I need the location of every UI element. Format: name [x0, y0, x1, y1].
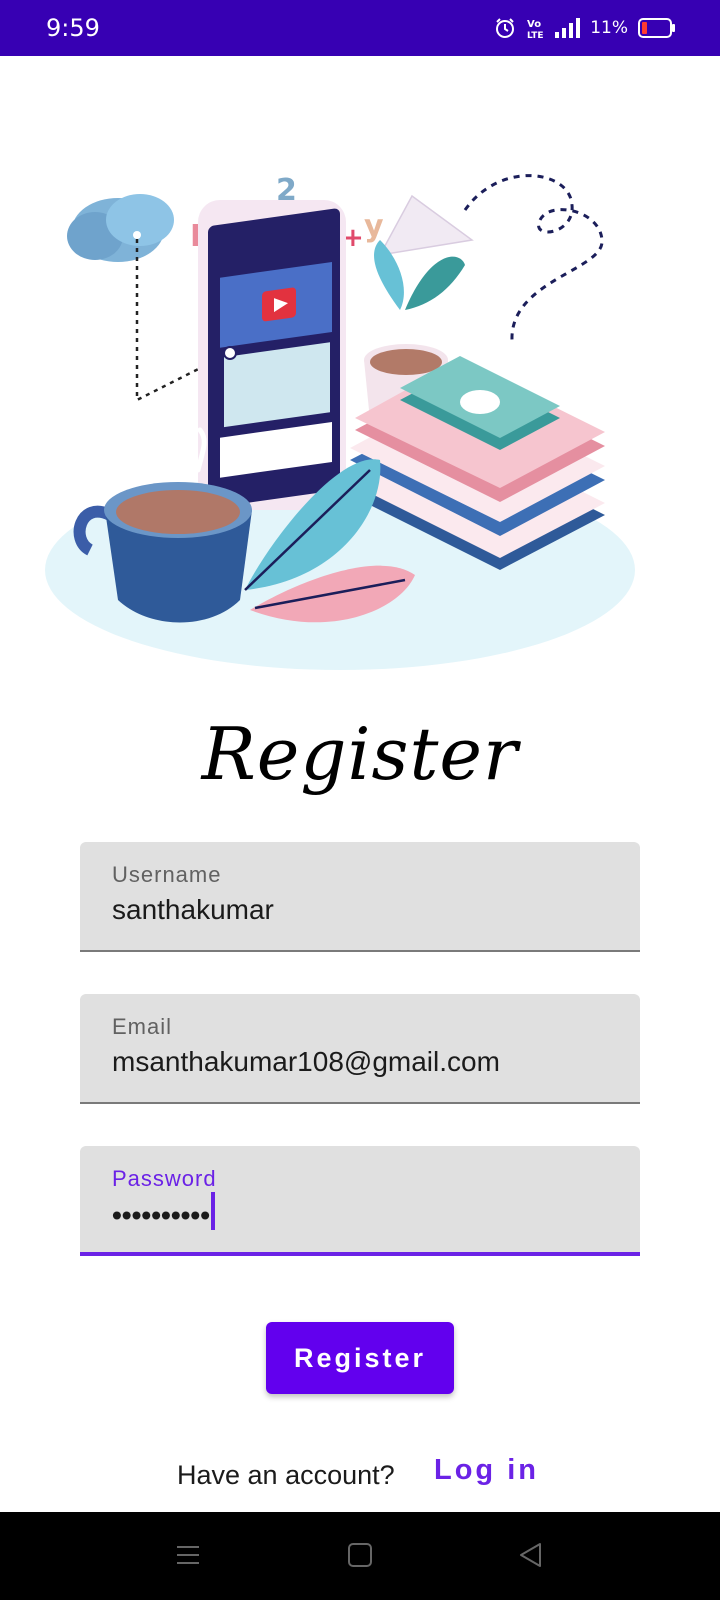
login-row: Have an account? Log in — [0, 1452, 720, 1496]
register-button[interactable]: Register — [266, 1322, 454, 1394]
password-field[interactable]: Password •••••••••• — [80, 1146, 640, 1256]
menu-icon[interactable] — [175, 1542, 201, 1573]
email-label: Email — [112, 1014, 173, 1039]
hero-illustration: E= mc 2 x + y — [45, 173, 635, 670]
page-title: Register — [201, 712, 519, 796]
username-input[interactable]: santhakumar — [112, 894, 274, 926]
volte-icon: Vo LTE — [526, 17, 544, 39]
status-bar: 9:59 Vo LTE 11% — [0, 0, 720, 56]
have-account-text: Have an account? — [177, 1460, 395, 1490]
alarm-icon — [494, 17, 516, 39]
home-icon[interactable] — [347, 1542, 373, 1573]
username-label: Username — [112, 862, 222, 887]
phone-illustration — [198, 200, 346, 510]
svg-text:Vo: Vo — [527, 19, 541, 30]
signal-icon — [554, 18, 581, 38]
text-caret — [211, 1192, 216, 1230]
svg-text:y: y — [364, 209, 384, 244]
status-time: 9:59 — [46, 14, 100, 42]
status-icons: Vo LTE 11% — [494, 17, 676, 39]
battery-percent: 11% — [590, 18, 628, 38]
login-link[interactable]: Log in — [434, 1454, 539, 1487]
cloud-icon — [67, 194, 174, 262]
nav-bar — [0, 1512, 720, 1600]
svg-text:LTE: LTE — [527, 31, 544, 39]
back-icon[interactable] — [518, 1542, 544, 1573]
password-input[interactable]: •••••••••• — [112, 1192, 216, 1236]
email-field[interactable]: Email msanthakumar108@gmail.com — [80, 994, 640, 1104]
email-input[interactable]: msanthakumar108@gmail.com — [112, 1046, 500, 1078]
paper-plane-icon — [378, 194, 474, 256]
password-label: Password — [112, 1166, 217, 1191]
password-masked-value: •••••••••• — [112, 1199, 211, 1231]
username-field[interactable]: Username santhakumar — [80, 842, 640, 952]
battery-icon — [638, 18, 676, 38]
